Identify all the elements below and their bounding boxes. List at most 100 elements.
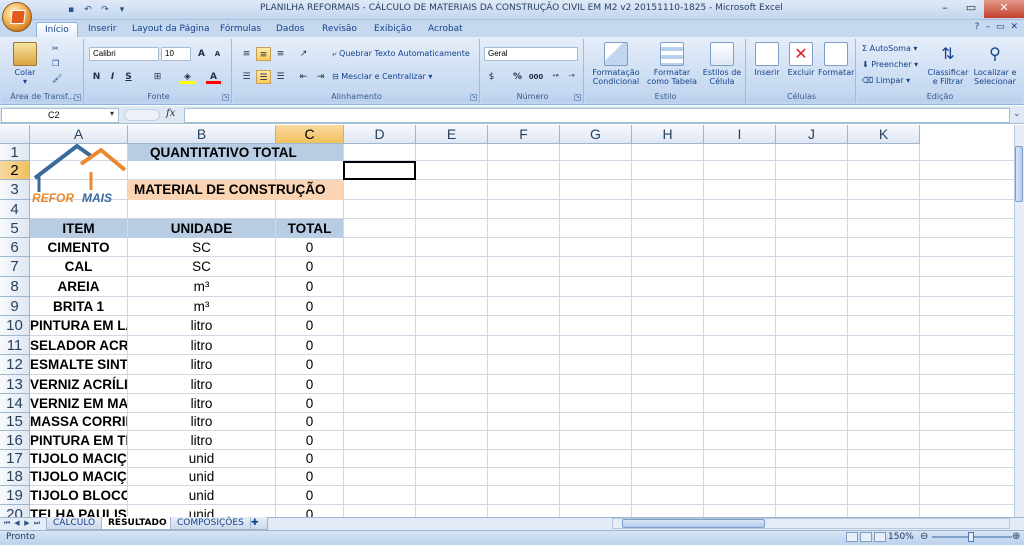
- page-layout-view-icon[interactable]: [860, 532, 872, 542]
- find-select-button[interactable]: ⚲ Localizar e Selecionar: [970, 42, 1020, 86]
- row-header-15[interactable]: 15: [0, 413, 30, 431]
- header-quantitativo-total[interactable]: QUANTITATIVO TOTAL: [128, 144, 343, 161]
- item-total-cell[interactable]: 0: [276, 336, 343, 355]
- wb-minimize-icon[interactable]: –: [985, 22, 990, 32]
- row-header-20[interactable]: 20: [0, 505, 30, 517]
- underline-icon[interactable]: S: [121, 70, 136, 84]
- name-box[interactable]: C2: [1, 108, 119, 123]
- align-center-icon[interactable]: ☰: [256, 70, 271, 84]
- formula-bar-splitter[interactable]: [124, 109, 160, 121]
- font-color-icon[interactable]: A: [206, 70, 221, 84]
- tab-layout[interactable]: Layout da Página: [124, 22, 218, 38]
- sheet-tab-composicoes[interactable]: COMPOSIÇÕES: [170, 517, 251, 530]
- item-unit-cell[interactable]: litro: [128, 375, 275, 394]
- row-header-18[interactable]: 18: [0, 468, 30, 486]
- minimize-icon[interactable]: –: [932, 0, 958, 18]
- italic-icon[interactable]: I: [105, 70, 120, 84]
- save-icon[interactable]: ▪: [65, 4, 77, 16]
- item-unit-cell[interactable]: SC: [128, 238, 275, 257]
- undo-icon[interactable]: ↶: [82, 4, 94, 16]
- name-box-dropdown-icon[interactable]: ▾: [110, 109, 114, 118]
- font-size-select[interactable]: 10: [161, 47, 191, 61]
- item-name-cell[interactable]: MASSA CORRIDA: [30, 413, 127, 431]
- tab-revisao[interactable]: Revisão: [314, 22, 365, 38]
- row-header-5[interactable]: 5: [0, 219, 30, 238]
- item-total-cell[interactable]: 0: [276, 297, 343, 316]
- item-total-cell[interactable]: 0: [276, 394, 343, 413]
- decrease-decimal-icon[interactable]: ⁻⁰: [564, 70, 579, 84]
- align-left-icon[interactable]: ☰: [239, 70, 254, 84]
- item-name-cell[interactable]: AREIA: [30, 277, 127, 297]
- item-total-cell[interactable]: 0: [276, 257, 343, 277]
- close-icon[interactable]: ✕: [984, 0, 1024, 18]
- column-title-total[interactable]: TOTAL: [276, 219, 343, 238]
- item-unit-cell[interactable]: m³: [128, 277, 275, 297]
- item-total-cell[interactable]: 0: [276, 316, 343, 336]
- column-header-c[interactable]: C: [276, 125, 344, 144]
- borders-icon[interactable]: ⊞: [150, 70, 165, 84]
- item-total-cell[interactable]: 0: [276, 450, 343, 468]
- item-name-cell[interactable]: TIJOLO MACIÇO CERÂMICO 5x10x20: [30, 450, 127, 468]
- item-name-cell[interactable]: TELHA PAULISTA/COLONIAL: [30, 505, 127, 517]
- column-header-a[interactable]: A: [30, 125, 128, 144]
- fill-button[interactable]: ⬇ Preencher ▾: [862, 58, 918, 72]
- item-name-cell[interactable]: PINTURA EM LÁTEX: [30, 316, 127, 336]
- zoom-slider-knob[interactable]: [968, 532, 974, 542]
- next-sheet-icon[interactable]: ▶: [23, 519, 31, 528]
- tab-formulas[interactable]: Fórmulas: [212, 22, 269, 38]
- tab-acrobat[interactable]: Acrobat: [420, 22, 471, 38]
- format-painter-icon[interactable]: 🖌: [52, 72, 62, 86]
- row-header-11[interactable]: 11: [0, 336, 30, 355]
- item-unit-cell[interactable]: litro: [128, 336, 275, 355]
- spreadsheet-grid[interactable]: ABCDEFGHIJK 1 2 3 4 5 6 7 8 9 10 11 12 13 14 15 16 17 18 1…: [0, 125, 1014, 517]
- tab-dados[interactable]: Dados: [268, 22, 312, 38]
- item-name-cell[interactable]: PINTURA EM TEXTURA ACRÍLICA: [30, 431, 127, 450]
- item-total-cell[interactable]: 0: [276, 355, 343, 375]
- item-unit-cell[interactable]: m³: [128, 297, 275, 316]
- clipboard-launcher-icon[interactable]: ↘: [74, 94, 81, 101]
- item-name-cell[interactable]: TIJOLO MACIÇO CERÂMICO 10x20x20: [30, 468, 127, 486]
- sheet-tab-calculo[interactable]: CÁLCULO: [46, 517, 103, 530]
- decrease-indent-icon[interactable]: ⇤: [296, 70, 311, 84]
- item-name-cell[interactable]: BRITA 1: [30, 297, 127, 316]
- item-unit-cell[interactable]: SC: [128, 257, 275, 277]
- font-launcher-icon[interactable]: ↘: [222, 94, 229, 101]
- wb-restore-icon[interactable]: ▭: [996, 22, 1005, 32]
- header-material-construcao[interactable]: MATERIAL DE CONSTRUÇÃO: [128, 180, 343, 200]
- row-header-14[interactable]: 14: [0, 394, 30, 413]
- office-button[interactable]: [2, 2, 32, 32]
- customize-qat-icon[interactable]: ▾: [116, 4, 128, 16]
- font-family-select[interactable]: Calibri: [89, 47, 159, 61]
- thousands-button[interactable]: 000: [526, 70, 546, 84]
- page-break-view-icon[interactable]: [874, 532, 886, 542]
- item-unit-cell[interactable]: litro: [128, 413, 275, 431]
- item-name-cell[interactable]: VERNIZ ACRÍLICO: [30, 375, 127, 394]
- wrap-text-button[interactable]: ⤶ Quebrar Texto Automaticamente: [332, 47, 470, 61]
- item-name-cell[interactable]: CAL: [30, 257, 127, 277]
- formula-input[interactable]: [184, 108, 1010, 123]
- align-top-icon[interactable]: ≡: [239, 47, 254, 61]
- row-header-16[interactable]: 16: [0, 431, 30, 450]
- column-header-j[interactable]: J: [776, 125, 848, 144]
- number-launcher-icon[interactable]: ↘: [574, 94, 581, 101]
- item-total-cell[interactable]: 0: [276, 468, 343, 486]
- align-middle-icon[interactable]: ≡: [256, 47, 271, 61]
- column-title-unidade[interactable]: UNIDADE: [128, 219, 275, 238]
- new-sheet-icon[interactable]: ✚: [250, 517, 268, 530]
- orientation-icon[interactable]: ↗: [296, 47, 311, 61]
- increase-decimal-icon[interactable]: ⁺⁰: [548, 70, 563, 84]
- column-header-h[interactable]: H: [632, 125, 704, 144]
- item-unit-cell[interactable]: litro: [128, 316, 275, 336]
- item-total-cell[interactable]: 0: [276, 277, 343, 297]
- format-cells-button[interactable]: Formatar: [818, 42, 854, 77]
- tab-exibicao[interactable]: Exibição: [366, 22, 420, 38]
- item-unit-cell[interactable]: litro: [128, 355, 275, 375]
- item-name-cell[interactable]: VERNIZ EM MADEIRA: [30, 394, 127, 413]
- item-name-cell[interactable]: SELADOR ACRÍLICO: [30, 336, 127, 355]
- column-header-f[interactable]: F: [488, 125, 560, 144]
- zoom-level[interactable]: 150%: [888, 532, 914, 542]
- item-total-cell[interactable]: 0: [276, 413, 343, 431]
- item-name-cell[interactable]: CIMENTO: [30, 238, 127, 257]
- row-header-9[interactable]: 9: [0, 297, 30, 316]
- item-total-cell[interactable]: 0: [276, 238, 343, 257]
